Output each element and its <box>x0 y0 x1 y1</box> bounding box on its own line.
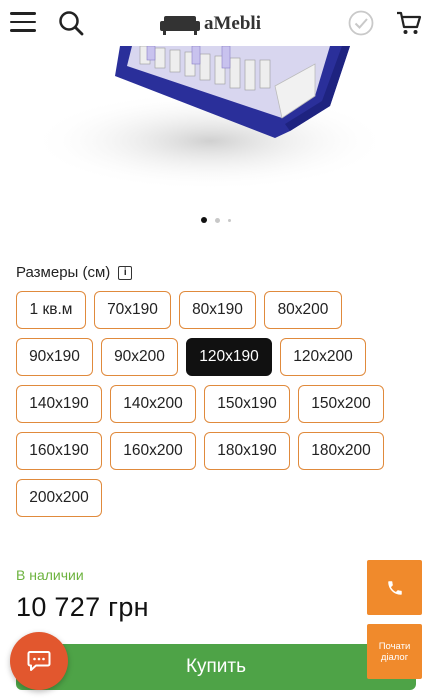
start-dialog-button[interactable]: Почати діалог <box>367 624 422 679</box>
sizes-title: Размеры (см) i <box>16 264 133 281</box>
size-option-16[interactable]: 180х200 <box>298 432 384 470</box>
chat-button[interactable] <box>10 632 68 690</box>
size-option-13[interactable]: 160х190 <box>16 432 102 470</box>
logo-text: aMebli <box>204 13 261 34</box>
buy-button[interactable]: Купить <box>16 644 416 690</box>
product-price: 10 727 грн <box>16 592 149 622</box>
size-option-3[interactable]: 80х190 <box>179 291 256 329</box>
size-option-14[interactable]: 160х200 <box>110 432 196 470</box>
dialog-label-line1: Почати <box>378 640 411 652</box>
buy-button-label: Купить <box>185 656 247 677</box>
menu-icon[interactable] <box>10 12 36 34</box>
size-option-2[interactable]: 70х190 <box>94 291 171 329</box>
size-option-4[interactable]: 80х200 <box>264 291 342 329</box>
compare-check-icon[interactable] <box>348 10 374 36</box>
gallery-dot-1[interactable] <box>201 217 207 223</box>
search-icon[interactable] <box>58 10 84 36</box>
size-option-7[interactable]: 120х190 <box>186 338 272 376</box>
gallery-dot-2[interactable] <box>215 217 220 223</box>
cart-icon[interactable] <box>396 10 422 36</box>
size-option-5[interactable]: 90х190 <box>16 338 93 376</box>
size-option-6[interactable]: 90х200 <box>101 338 178 376</box>
size-option-9[interactable]: 140х190 <box>16 385 102 423</box>
size-option-1[interactable]: 1 кв.м <box>16 291 86 329</box>
availability-status: В наличии <box>16 567 84 583</box>
gallery-dot-3[interactable] <box>228 218 231 222</box>
product-image[interactable] <box>0 46 432 206</box>
dialog-label-line2: діалог <box>380 651 409 663</box>
call-button[interactable] <box>367 560 422 615</box>
size-option-15[interactable]: 180х190 <box>204 432 290 470</box>
sizes-title-text: Размеры (см) <box>16 264 111 281</box>
info-icon[interactable]: i <box>118 265 133 280</box>
size-option-8[interactable]: 120х200 <box>280 338 366 376</box>
sofa-logo-icon <box>160 16 200 35</box>
size-option-11[interactable]: 150х190 <box>204 385 290 423</box>
header: aMebli <box>0 0 432 46</box>
chat-icon <box>27 651 51 671</box>
logo[interactable]: aMebli <box>160 11 261 37</box>
size-option-17[interactable]: 200х200 <box>16 479 102 517</box>
phone-icon <box>387 580 402 595</box>
size-option-10[interactable]: 140х200 <box>110 385 196 423</box>
size-option-12[interactable]: 150х200 <box>298 385 384 423</box>
gallery-pagination <box>0 216 432 224</box>
